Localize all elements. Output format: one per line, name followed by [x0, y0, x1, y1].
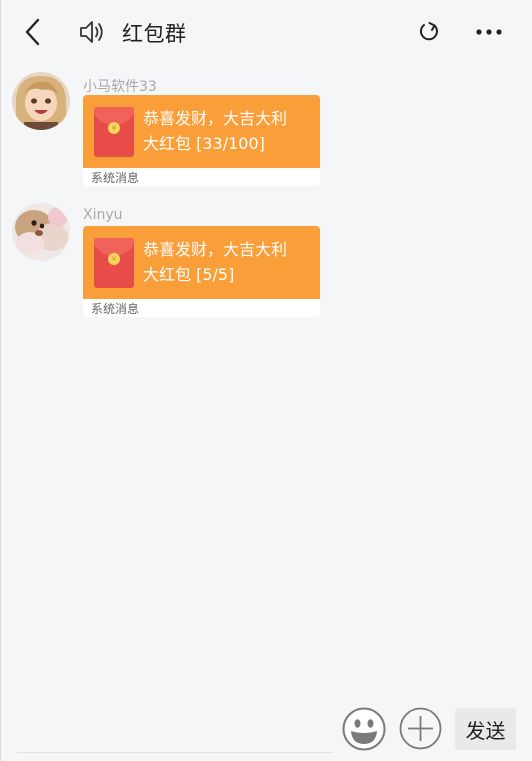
more-horizontal-icon [476, 29, 502, 35]
chat-header: 红包群 [1, 0, 532, 64]
input-divider [17, 752, 333, 753]
more-button[interactable] [474, 18, 504, 46]
send-button[interactable]: 发送 [455, 708, 516, 750]
add-attachment-button[interactable] [399, 707, 442, 750]
page-title: 红包群 [122, 22, 187, 46]
back-button[interactable] [19, 17, 47, 47]
speaker-icon [80, 21, 103, 43]
avatar[interactable] [12, 203, 70, 261]
avatar-image [12, 72, 70, 130]
plus-circle-icon [399, 707, 442, 750]
red-envelope-icon: ¥ [94, 107, 134, 157]
refresh-icon [419, 22, 438, 41]
red-packet-body: ¥ 恭喜发财，大吉大利 大红包 [5/5] [83, 226, 320, 299]
speaker-button[interactable] [77, 16, 107, 48]
avatar[interactable] [12, 72, 70, 130]
packet-info: 大红包 [5/5] [143, 265, 235, 284]
sender-name: Xinyu [83, 207, 123, 223]
red-envelope-icon: ¥ [94, 238, 134, 288]
red-packet-text: 恭喜发财，大吉大利 大红包 [5/5] [143, 237, 287, 287]
sender-name: 小马软件33 [83, 79, 157, 95]
packet-greeting: 恭喜发财，大吉大利 [143, 109, 288, 128]
chat-window: 红包群 小马软件33 ¥ 恭喜发财，大吉大利 大红包 [33/100] 系统消息… [0, 0, 532, 761]
packet-info: 大红包 [33/100] [143, 134, 265, 153]
emoji-button[interactable] [342, 707, 386, 751]
packet-footer: 系统消息 [91, 171, 140, 185]
packet-footer: 系统消息 [91, 302, 140, 316]
red-packet-body: ¥ 恭喜发财，大吉大利 大红包 [33/100] [83, 95, 320, 168]
red-packet-text: 恭喜发财，大吉大利 大红包 [33/100] [143, 106, 287, 156]
red-packet-card[interactable]: ¥ 恭喜发财，大吉大利 大红包 [5/5] 系统消息 [83, 226, 320, 317]
refresh-button[interactable] [416, 19, 442, 45]
packet-greeting: 恭喜发财，大吉大利 [143, 240, 288, 259]
chevron-left-icon [25, 18, 40, 46]
avatar-image [12, 203, 70, 261]
red-packet-card[interactable]: ¥ 恭喜发财，大吉大利 大红包 [33/100] 系统消息 [83, 95, 320, 186]
emoji-icon [342, 707, 386, 751]
